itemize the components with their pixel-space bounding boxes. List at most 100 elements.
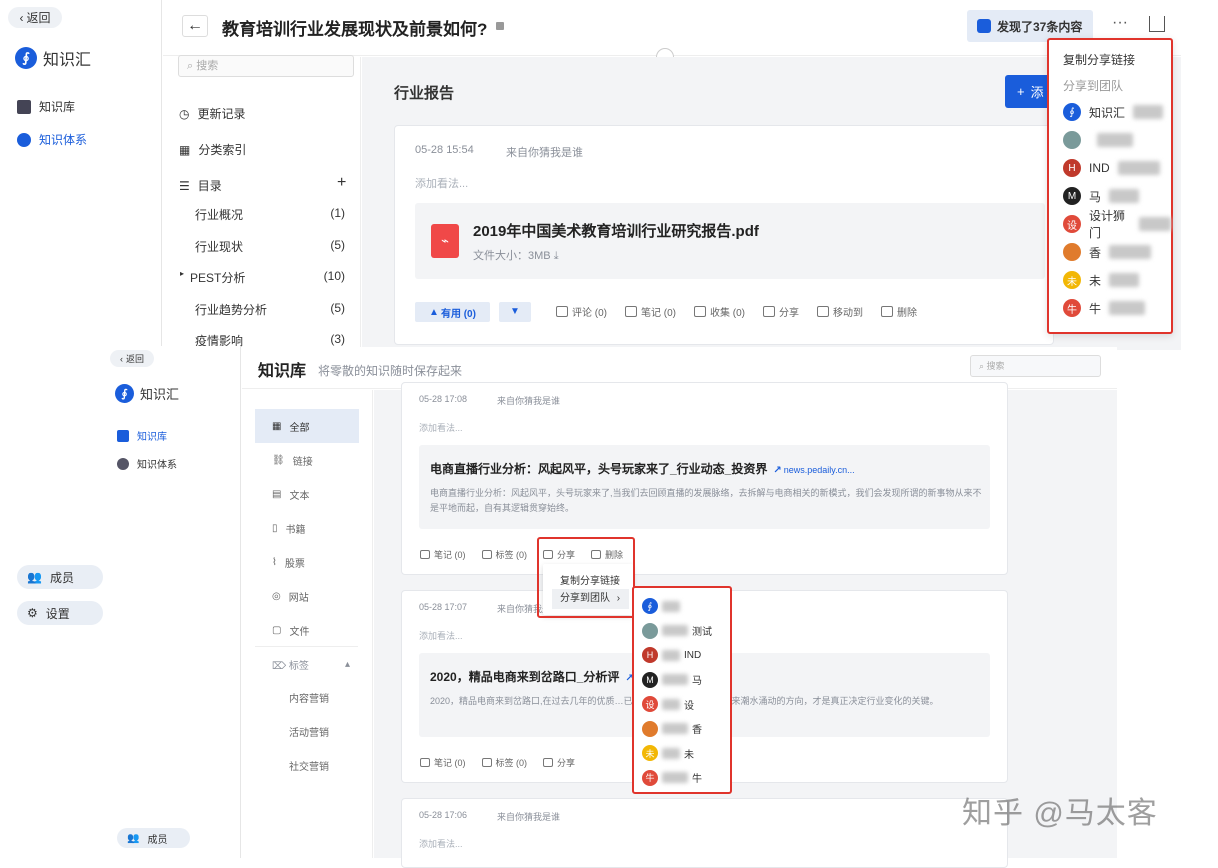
team-item[interactable]: ∮ bbox=[634, 594, 730, 619]
team-item[interactable]: 牛牛 bbox=[1049, 294, 1171, 322]
filter-text[interactable]: ▤ 文本 bbox=[255, 477, 359, 511]
team-item[interactable]: ∮ 知识汇 bbox=[1049, 98, 1171, 126]
top-back-button[interactable]: ‹ 返回 bbox=[8, 7, 62, 28]
members-button[interactable]: 👥 成员 bbox=[17, 565, 103, 589]
bottom-back-button[interactable]: ‹ 返回 bbox=[110, 350, 154, 367]
arrow-left-icon[interactable]: ← bbox=[182, 15, 208, 37]
team-name: 设 bbox=[684, 700, 694, 712]
update-log-link[interactable]: ◷ 更新记录 bbox=[179, 105, 246, 122]
share-button[interactable]: 分享 bbox=[543, 756, 575, 769]
file-attachment[interactable] bbox=[415, 203, 1045, 279]
filter-label: 网站 bbox=[288, 592, 309, 604]
comment-button[interactable]: 评论 (0) bbox=[556, 304, 607, 319]
top-nav-library[interactable]: 知识库 bbox=[17, 98, 75, 115]
team-item[interactable]: H IND bbox=[1049, 154, 1171, 182]
share-icon[interactable] bbox=[1149, 16, 1165, 32]
catalog-item-label: PEST分析 bbox=[190, 271, 246, 285]
filter-link[interactable]: ⛓ 链接 bbox=[255, 443, 359, 477]
file-size: 文件大小：3MB ⤓ bbox=[473, 250, 559, 262]
card-opinion-input[interactable]: 添加看法... bbox=[419, 421, 463, 434]
add-catalog-icon[interactable]: + bbox=[337, 174, 346, 192]
catalog-item-count: (5) bbox=[330, 237, 345, 252]
team-item[interactable]: 牛牛 bbox=[634, 766, 730, 791]
filter-globe[interactable]: ◎ 网站 bbox=[255, 579, 359, 613]
team-avatar bbox=[642, 622, 658, 639]
catalog-item-label: 行业概况 bbox=[195, 208, 244, 222]
blurred-name bbox=[662, 698, 680, 710]
team-item[interactable]: M马 bbox=[1049, 182, 1171, 210]
filter-grid[interactable]: ▦ 全部 bbox=[255, 409, 359, 443]
team-item[interactable]: 测试 bbox=[634, 619, 730, 644]
tag-button[interactable]: 标签 (0) bbox=[481, 756, 527, 769]
tags-toggle[interactable]: ⌦ 标签 ▴ bbox=[272, 657, 350, 672]
filter-file[interactable]: ▢ 文件 bbox=[255, 613, 359, 647]
tag-icon bbox=[481, 550, 492, 559]
team-item[interactable] bbox=[1049, 126, 1171, 154]
team-avatar: H bbox=[642, 647, 658, 664]
move-button[interactable]: 移动到 bbox=[817, 304, 863, 319]
chevron-left-icon: ‹ bbox=[119, 353, 123, 364]
file-name[interactable]: 2019年中国美术教育培训行业研究报告.pdf bbox=[473, 220, 759, 241]
team-name: 马 bbox=[1089, 189, 1102, 204]
category-index-link[interactable]: ▦ 分类索引 bbox=[179, 141, 246, 158]
catalog-item-count: (1) bbox=[330, 206, 345, 220]
tag-icon bbox=[481, 758, 492, 767]
brand-logo-icon: ∮ bbox=[115, 384, 134, 403]
useful-button[interactable]: ▲ 有用 (0) bbox=[415, 302, 490, 322]
team-name: 未 bbox=[1089, 273, 1102, 288]
card-opinion-input[interactable]: 添加看法... bbox=[419, 629, 463, 642]
copy-link-item[interactable]: 复制分享链接 bbox=[1049, 40, 1171, 68]
team-item[interactable]: 未未 bbox=[634, 741, 730, 766]
catalog-item[interactable]: 行业趋势分析 (5) bbox=[180, 301, 345, 333]
card-time: 05-28 17:06 bbox=[419, 810, 468, 820]
tag-item[interactable]: 活动营销 bbox=[289, 724, 329, 758]
collect-button[interactable]: 收集 (0) bbox=[694, 304, 745, 319]
more-icon[interactable]: ··· bbox=[1112, 14, 1128, 32]
share-label: 分享 bbox=[557, 758, 576, 768]
delete-button[interactable]: 删除 bbox=[881, 304, 917, 319]
list-icon: ☰ bbox=[179, 178, 190, 193]
filter-stock[interactable]: ⌇ 股票 bbox=[255, 545, 359, 579]
tag-item[interactable]: 内容营销 bbox=[289, 690, 329, 724]
note-button[interactable]: 笔记 (0) bbox=[420, 548, 466, 561]
settings-button[interactable]: ⚙ 设置 bbox=[17, 601, 103, 625]
catalog-item[interactable]: 行业现状 (5) bbox=[180, 238, 345, 270]
top-nav-knowledge-system[interactable]: 知识体系 bbox=[17, 131, 87, 148]
link-title-text: 2020，精品电商来到岔路口_分析评 bbox=[430, 670, 620, 684]
divider bbox=[255, 646, 358, 647]
tag-item[interactable]: 社交营销 bbox=[289, 758, 329, 792]
team-item[interactable]: 香 bbox=[1049, 238, 1171, 266]
note-label: 笔记 (0) bbox=[434, 758, 466, 768]
top-search-input[interactable]: ⌕ 搜索 bbox=[178, 55, 354, 77]
bottom-nav-library[interactable]: 知识库 bbox=[117, 428, 167, 443]
bottom-nav-knowledge-system[interactable]: 知识体系 bbox=[117, 456, 177, 471]
link-title[interactable]: 电商直播行业分析：风起风平，头号玩家来了_行业动态_投资界 ↗ news.pedai… bbox=[430, 460, 855, 477]
blurred-name bbox=[1109, 189, 1140, 203]
download-icon[interactable]: ⤓ bbox=[554, 250, 559, 262]
filter-book[interactable]: ▯ 书籍 bbox=[255, 511, 359, 545]
team-item[interactable]: M马 bbox=[634, 668, 730, 693]
note-button[interactable]: 笔记 (0) bbox=[420, 756, 466, 769]
catalog-item-label: 行业现状 bbox=[195, 239, 244, 254]
stock-icon: ⌇ bbox=[272, 556, 277, 568]
bottom-search-input[interactable]: ⌕ 搜索 bbox=[970, 355, 1101, 377]
team-item[interactable]: 设设计狮门 bbox=[1049, 209, 1171, 240]
not-useful-button[interactable]: ▼ bbox=[499, 302, 531, 322]
team-avatar: 设 bbox=[642, 696, 658, 713]
team-item[interactable]: 设设 bbox=[634, 692, 730, 717]
card-opinion-input[interactable]: 添加看法... bbox=[419, 837, 463, 850]
note-button[interactable]: 笔记 (0) bbox=[625, 304, 676, 319]
catalog-link[interactable]: ☰ 目录 bbox=[179, 177, 222, 194]
blurred-name bbox=[662, 649, 680, 661]
catalog-item[interactable]: ▸ PEST分析 (10) bbox=[180, 269, 345, 301]
card-opinion-input[interactable]: 添加看法... bbox=[415, 175, 468, 191]
team-item[interactable]: 香 bbox=[634, 717, 730, 742]
team-item[interactable]: H IND bbox=[634, 643, 730, 668]
bottom-members-button[interactable]: 👥 成员 bbox=[117, 828, 190, 848]
team-item[interactable]: 未未 bbox=[1049, 266, 1171, 294]
share-button[interactable]: 分享 bbox=[763, 304, 799, 319]
catalog-item[interactable]: 行业概况 (1) bbox=[180, 206, 345, 238]
tag-button[interactable]: 标签 (0) bbox=[481, 548, 527, 561]
robot-icon bbox=[977, 19, 991, 33]
filter-label: 文件 bbox=[289, 626, 310, 638]
